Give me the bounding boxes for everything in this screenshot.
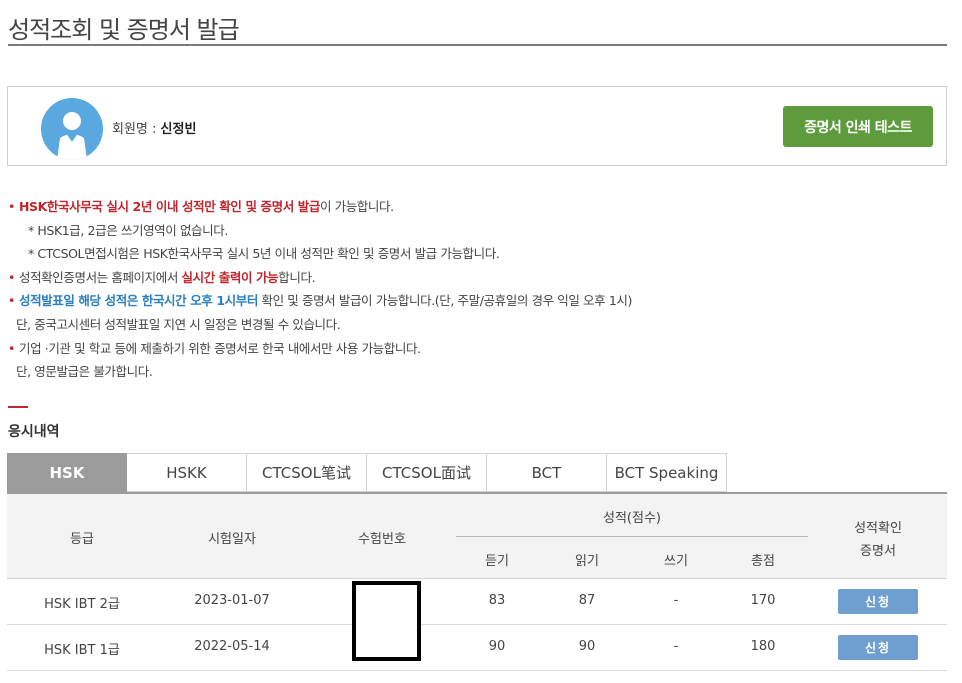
tab-hskk[interactable]: HSKK — [127, 453, 247, 492]
header-cert-line2: 증명서 — [860, 544, 896, 559]
table-header: 등급 시험일자 수험번호 성적(점수) 듣기 읽기 쓰기 총점 성적확인 증명서 — [7, 494, 947, 579]
cell-date: 2023-01-07 — [194, 593, 270, 608]
notice-subitem: 단, 영문발급은 불가합니다. — [16, 364, 153, 380]
notice-list: • HSK한국사무국 실시 2년 이내 성적만 확인 및 증명서 발급이 가능합니… — [8, 198, 948, 387]
cell-writing: - — [673, 593, 679, 608]
header-grade: 등급 — [70, 532, 94, 547]
cell-reading: 90 — [578, 639, 596, 654]
notice-item: • 기업 ·기관 및 학교 등에 제출하기 위한 증명서로 한국 내에서만 사용 … — [8, 340, 421, 356]
tab-bct-speaking[interactable]: BCT Speaking — [607, 453, 727, 492]
cell-writing: - — [673, 639, 679, 654]
header-reading: 읽기 — [575, 554, 599, 569]
tab-hsk[interactable]: HSK — [7, 453, 127, 492]
cell-total: 180 — [750, 639, 776, 654]
notice-subitem: 단, 중국고시센터 성적발표일 지연 시 일정은 변경될 수 있습니다. — [16, 316, 341, 332]
print-certificate-test-button[interactable]: 증명서 인쇄 테스트 — [783, 106, 933, 147]
tab-bct[interactable]: BCT — [487, 453, 607, 492]
notice-item: • 성적발표일 해당 성적은 한국시간 오후 1시부터 확인 및 증명서 발급이 … — [8, 293, 632, 309]
cell-grade: HSK IBT 1급 — [44, 643, 120, 658]
page-title: 성적조회 및 증명서 발급 — [8, 16, 240, 44]
user-avatar-icon — [41, 98, 103, 160]
cell-grade: HSK IBT 2급 — [44, 597, 120, 612]
exam-number-redaction — [352, 581, 421, 661]
score-header-divider — [456, 536, 808, 537]
header-exam-number: 수험번호 — [358, 532, 406, 547]
notice-subitem: * CTCSOL면접시험은 HSK한국사무국 실시 5년 이내 성적만 확인 및… — [28, 246, 500, 262]
notice-subitem: * HSK1급, 2급은 쓰기영역이 없습니다. — [28, 222, 228, 238]
header-cert-line1: 성적확인 — [854, 521, 902, 536]
tab-ctcsol-written[interactable]: CTCSOL笔试 — [247, 453, 367, 492]
header-date: 시험일자 — [208, 532, 256, 547]
table-row: HSK IBT 1급 2022-05-14 90 90 - 180 신청 — [7, 625, 947, 671]
cell-reading: 87 — [578, 593, 596, 608]
header-score: 성적(점수) — [603, 511, 661, 526]
notice-item: • 성적확인증명서는 홈페이지에서 실시간 출력이 가능합니다. — [8, 269, 316, 285]
cell-total: 170 — [750, 593, 776, 608]
section-marker — [8, 406, 28, 408]
tab-ctcsol-interview[interactable]: CTCSOL面试 — [367, 453, 487, 492]
notice-item: • HSK한국사무국 실시 2년 이내 성적만 확인 및 증명서 발급이 가능합니… — [8, 199, 394, 214]
apply-certificate-button[interactable]: 신청 — [838, 635, 918, 660]
header-writing: 쓰기 — [664, 554, 688, 569]
member-name: 신정빈 — [160, 122, 197, 137]
cell-listening: 90 — [488, 639, 506, 654]
member-info-box: 회원명 : 신정빈 증명서 인쇄 테스트 — [7, 86, 947, 166]
cell-date: 2022-05-14 — [194, 639, 270, 654]
section-title: 응시내역 — [8, 424, 60, 440]
exam-tabs: HSK HSKK CTCSOL笔试 CTCSOL面试 BCT BCT Speak… — [7, 453, 727, 492]
apply-certificate-button[interactable]: 신청 — [838, 589, 918, 614]
cell-listening: 83 — [488, 593, 506, 608]
results-table: 등급 시험일자 수험번호 성적(점수) 듣기 읽기 쓰기 총점 성적확인 증명서… — [7, 492, 947, 671]
title-divider — [8, 44, 947, 46]
member-name-label: 회원명 : 신정빈 — [112, 122, 197, 137]
table-row: HSK IBT 2급 2023-01-07 83 87 - 170 신청 — [7, 579, 947, 625]
header-total: 총점 — [751, 554, 775, 569]
header-listening: 듣기 — [485, 554, 509, 569]
